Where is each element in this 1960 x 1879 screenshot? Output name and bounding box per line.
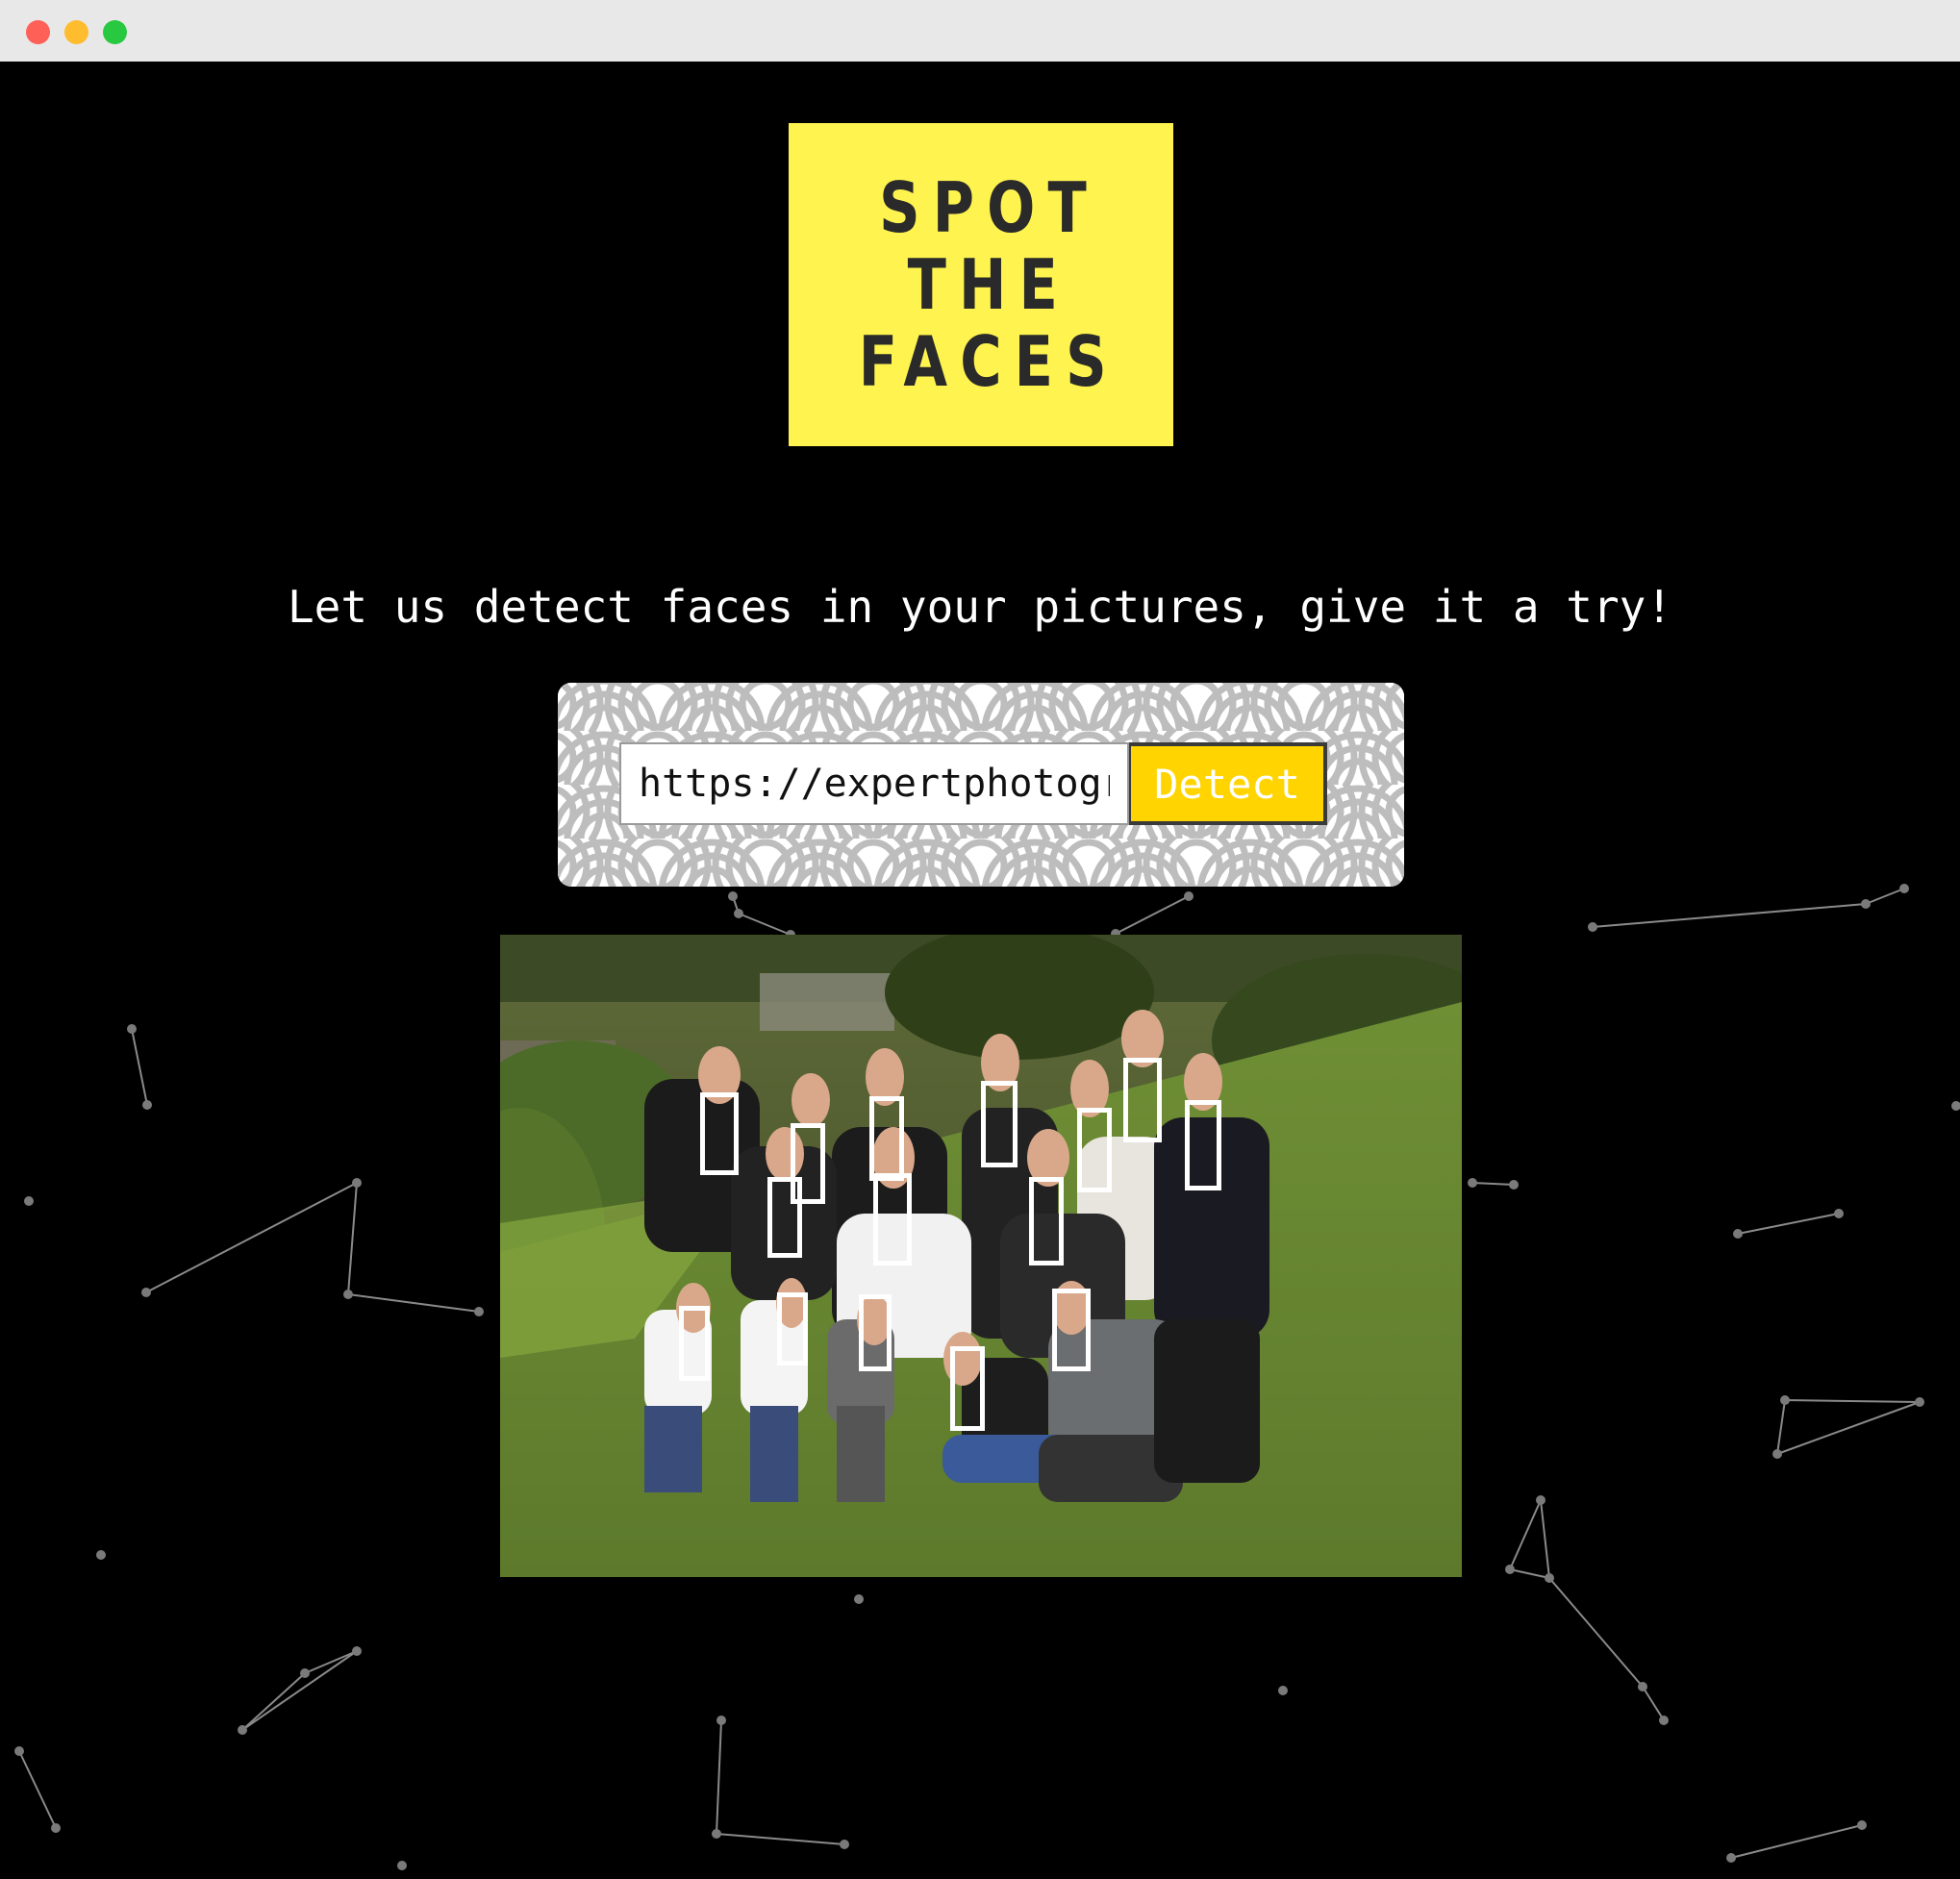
face-box bbox=[859, 1294, 892, 1371]
title-bar bbox=[0, 0, 1960, 63]
network-dot bbox=[854, 1594, 864, 1604]
network-line bbox=[1642, 1686, 1665, 1721]
network-dot bbox=[1588, 922, 1597, 932]
network-dot bbox=[1278, 1686, 1288, 1695]
network-line bbox=[1548, 1577, 1644, 1688]
face-box bbox=[767, 1177, 802, 1258]
network-line bbox=[1784, 1399, 1921, 1403]
browser-window: SPOT THE FACES Let us detect faces in yo… bbox=[0, 0, 1960, 1879]
network-dot bbox=[352, 1178, 362, 1188]
network-dot bbox=[14, 1746, 24, 1756]
network-dot bbox=[141, 1288, 151, 1297]
network-dot bbox=[142, 1100, 152, 1110]
network-line bbox=[1776, 1399, 1786, 1455]
network-line bbox=[1737, 1213, 1840, 1235]
network-dot bbox=[300, 1668, 310, 1678]
family-photo bbox=[500, 935, 1462, 1577]
network-dot bbox=[734, 909, 743, 918]
close-window-button[interactable] bbox=[26, 20, 50, 44]
face-box bbox=[1029, 1177, 1064, 1265]
detect-button[interactable]: Detect bbox=[1129, 742, 1327, 825]
network-dot bbox=[127, 1024, 137, 1034]
face-box bbox=[981, 1081, 1018, 1167]
face-box bbox=[1123, 1058, 1162, 1142]
network-line bbox=[145, 1182, 358, 1293]
network-dot bbox=[96, 1550, 106, 1560]
network-dot bbox=[352, 1646, 362, 1656]
face-box bbox=[950, 1346, 985, 1431]
tagline: Let us detect faces in your pictures, gi… bbox=[287, 581, 1673, 633]
family-photo-image bbox=[500, 935, 1462, 1577]
network-dot bbox=[343, 1290, 353, 1299]
network-dot bbox=[1468, 1178, 1477, 1188]
network-dot bbox=[1184, 891, 1194, 901]
network-dot bbox=[51, 1823, 61, 1833]
network-dot bbox=[397, 1861, 407, 1870]
page-content: SPOT THE FACES Let us detect faces in yo… bbox=[0, 62, 1960, 1879]
face-box bbox=[700, 1092, 739, 1175]
network-dot bbox=[1861, 899, 1871, 909]
network-dot bbox=[840, 1840, 849, 1849]
network-line bbox=[1592, 903, 1867, 928]
spot-the-faces-logo: SPOT THE FACES bbox=[789, 123, 1173, 446]
network-dot bbox=[1505, 1565, 1515, 1574]
face-box bbox=[1077, 1108, 1112, 1192]
network-dot bbox=[1509, 1180, 1519, 1190]
network-dot bbox=[1726, 1853, 1736, 1863]
network-line bbox=[1509, 1568, 1550, 1579]
maximize-window-button[interactable] bbox=[103, 20, 127, 44]
face-box bbox=[777, 1292, 808, 1365]
network-line bbox=[1540, 1499, 1550, 1579]
url-search-panel: Detect bbox=[558, 683, 1404, 887]
network-line bbox=[1865, 888, 1905, 905]
network-dot bbox=[1915, 1397, 1924, 1407]
network-line bbox=[1730, 1824, 1863, 1859]
logo-line-2: THE bbox=[907, 244, 1070, 325]
network-dot bbox=[1545, 1573, 1554, 1583]
network-line bbox=[347, 1293, 480, 1313]
network-line bbox=[716, 1833, 845, 1845]
network-line bbox=[347, 1182, 358, 1295]
network-dot bbox=[1772, 1449, 1782, 1459]
image-url-input[interactable] bbox=[619, 742, 1129, 825]
logo-line-3: FACES bbox=[858, 321, 1119, 402]
network-dot bbox=[728, 891, 738, 901]
network-line bbox=[1776, 1401, 1921, 1455]
minimize-window-button[interactable] bbox=[64, 20, 88, 44]
network-dot bbox=[1834, 1209, 1844, 1218]
network-dot bbox=[238, 1725, 247, 1735]
network-line bbox=[716, 1719, 722, 1835]
network-line bbox=[131, 1028, 148, 1106]
logo-line-1: SPOT bbox=[878, 167, 1099, 248]
network-dot bbox=[716, 1716, 726, 1725]
network-line bbox=[1115, 895, 1190, 935]
network-dot bbox=[1780, 1395, 1790, 1405]
network-line bbox=[241, 1672, 306, 1731]
network-line bbox=[241, 1650, 358, 1731]
network-dot bbox=[1857, 1820, 1867, 1830]
network-dot bbox=[474, 1307, 484, 1316]
face-box bbox=[1052, 1289, 1091, 1371]
face-box bbox=[869, 1096, 904, 1181]
network-dot bbox=[1899, 884, 1909, 893]
network-line bbox=[1509, 1499, 1542, 1570]
network-dot bbox=[1536, 1495, 1545, 1505]
face-box bbox=[873, 1173, 912, 1265]
network-line bbox=[18, 1750, 57, 1829]
network-line bbox=[1471, 1182, 1515, 1186]
network-dot bbox=[1733, 1229, 1743, 1239]
network-dot bbox=[1659, 1716, 1669, 1725]
network-line bbox=[738, 913, 792, 936]
face-box bbox=[679, 1306, 710, 1381]
network-dot bbox=[1951, 1101, 1960, 1111]
network-dot bbox=[1638, 1682, 1647, 1691]
network-dot bbox=[712, 1829, 721, 1839]
network-dot bbox=[24, 1196, 34, 1206]
face-box bbox=[1185, 1100, 1221, 1190]
